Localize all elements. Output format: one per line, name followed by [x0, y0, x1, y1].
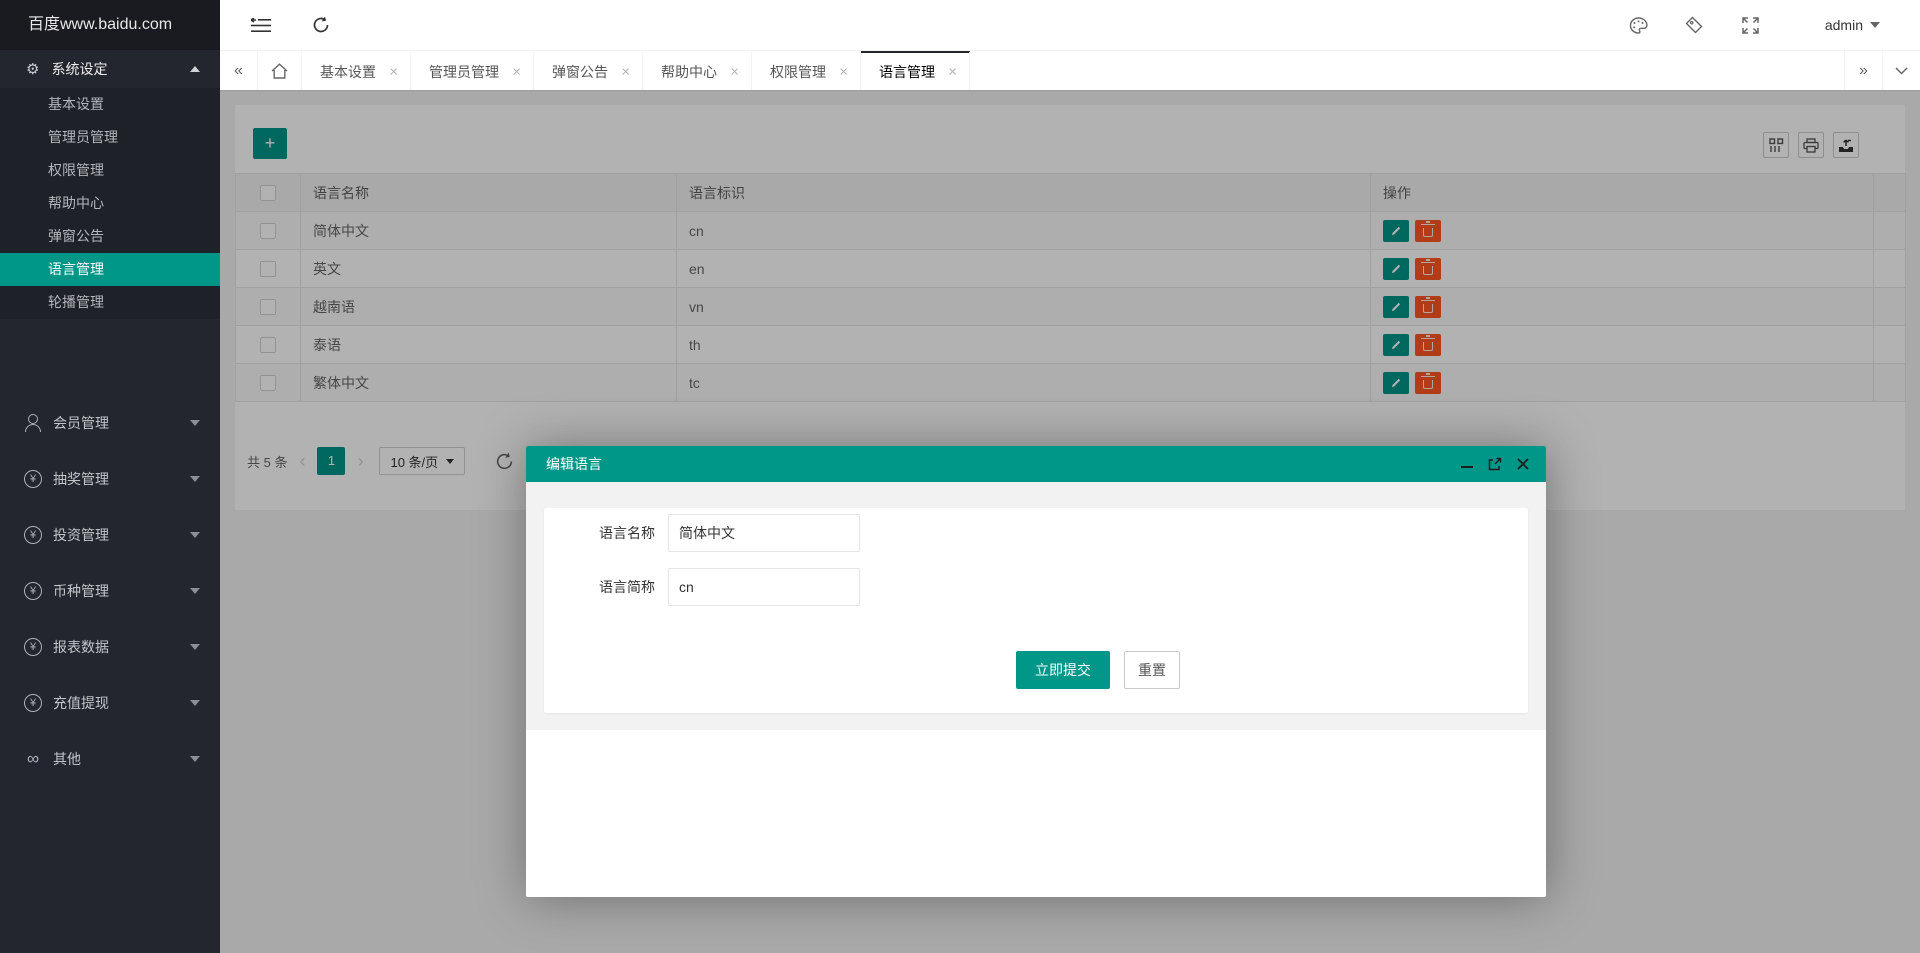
group-icon: ∞: [26, 749, 40, 768]
tab[interactable]: 基本设置 ×: [302, 51, 411, 90]
language-code-input[interactable]: [668, 568, 860, 606]
chevron-down-icon: [190, 588, 200, 594]
tab-label: 权限管理: [770, 63, 826, 80]
sidebar-group-label: 其他: [53, 751, 81, 767]
tabs-menu-icon[interactable]: [1882, 51, 1920, 90]
sidebar-groups: 会员管理 ¥ 抽奖管理 ¥ 投资管理 ¥ 币种管理 ¥ 报表数据 ¥ 充值提现 …: [0, 319, 220, 787]
sidebar-group-system[interactable]: ⚙ 系统设定: [0, 50, 220, 88]
submit-button[interactable]: 立即提交: [1016, 651, 1110, 689]
sidebar-group-label: 充值提现: [53, 695, 109, 711]
chevron-down-icon: [190, 700, 200, 706]
sidebar-subitem[interactable]: 管理员管理: [0, 121, 220, 154]
sidebar: ⚙ 系统设定 基本设置 管理员管理 权限管理 帮助中心 弹窗公告 语言管理 轮播…: [0, 50, 220, 953]
dialog-title: 编辑语言: [546, 456, 602, 472]
tab-close-icon[interactable]: ×: [621, 63, 630, 80]
group-icon: ¥: [24, 526, 42, 544]
sidebar-subitem[interactable]: 弹窗公告: [0, 220, 220, 253]
collapse-sidebar-icon[interactable]: [238, 0, 284, 50]
gear-icon: ⚙: [26, 61, 40, 78]
tab-close-icon[interactable]: ×: [730, 63, 739, 80]
edit-language-dialog: 编辑语言 语言名称 语言: [526, 446, 1546, 897]
tabs-scroll-left[interactable]: «: [220, 51, 258, 90]
app-logo: 百度www.baidu.com: [0, 0, 220, 50]
chevron-down-icon: [190, 756, 200, 762]
sidebar-submenu: 基本设置 管理员管理 权限管理 帮助中心 弹窗公告 语言管理 轮播管理: [0, 88, 220, 319]
tab-label: 管理员管理: [429, 63, 499, 80]
group-icon: [24, 414, 42, 432]
sidebar-group-label: 抽奖管理: [53, 471, 109, 487]
chevron-down-icon: [190, 476, 200, 482]
refresh-icon[interactable]: [298, 0, 344, 50]
theme-palette-icon[interactable]: [1616, 0, 1660, 50]
tab[interactable]: 权限管理 ×: [752, 51, 861, 90]
sidebar-subitem[interactable]: 权限管理: [0, 154, 220, 187]
sidebar-group-label: 系统设定: [51, 61, 108, 77]
tab-label: 弹窗公告: [552, 63, 608, 80]
tab-home[interactable]: [258, 51, 302, 90]
sidebar-group[interactable]: ¥ 抽奖管理: [0, 451, 220, 507]
sidebar-subitem-label: 权限管理: [48, 162, 104, 178]
sidebar-subitem[interactable]: 基本设置: [0, 88, 220, 121]
tag-icon[interactable]: [1672, 0, 1716, 50]
chevron-down-icon: [190, 532, 200, 538]
tab-close-icon[interactable]: ×: [948, 63, 957, 80]
chevron-down-icon: [190, 644, 200, 650]
sidebar-subitem-label: 弹窗公告: [48, 228, 104, 244]
tab-close-icon[interactable]: ×: [512, 63, 521, 80]
sidebar-subitem-label: 语言管理: [48, 261, 104, 277]
tabs-scroll-right[interactable]: »: [1844, 51, 1882, 90]
sidebar-group-label: 报表数据: [53, 639, 109, 655]
username: admin: [1824, 17, 1863, 33]
tab[interactable]: 帮助中心 ×: [643, 51, 752, 90]
sidebar-subitem[interactable]: 轮播管理: [0, 286, 220, 319]
sidebar-group[interactable]: ¥ 报表数据: [0, 619, 220, 675]
sidebar-group-label: 会员管理: [53, 415, 109, 431]
maximize-icon[interactable]: [1488, 457, 1502, 471]
sidebar-subitem-label: 帮助中心: [48, 195, 104, 211]
language-name-input[interactable]: [668, 514, 860, 552]
minimize-icon[interactable]: [1460, 457, 1474, 471]
group-icon: ¥: [24, 470, 42, 488]
chevron-down-icon: [1870, 22, 1880, 28]
chevron-up-icon: [190, 66, 200, 72]
sidebar-subitem[interactable]: 语言管理: [0, 253, 220, 286]
sidebar-group[interactable]: ¥ 投资管理: [0, 507, 220, 563]
sidebar-group[interactable]: ¥ 币种管理: [0, 563, 220, 619]
tab-close-icon[interactable]: ×: [389, 63, 398, 80]
reset-button[interactable]: 重置: [1124, 651, 1180, 689]
sidebar-group[interactable]: 会员管理: [0, 395, 220, 451]
page-tabs: « 基本设置 × 管理员管理 × 弹窗公告 × 帮助中心 × 权限管理 × 语言…: [220, 50, 1920, 90]
tab[interactable]: 弹窗公告 ×: [534, 51, 643, 90]
sidebar-subitem[interactable]: 帮助中心: [0, 187, 220, 220]
tab-close-icon[interactable]: ×: [839, 63, 848, 80]
close-icon[interactable]: [1516, 457, 1530, 471]
sidebar-subitem-label: 轮播管理: [48, 294, 104, 310]
user-menu[interactable]: admin: [1825, 0, 1880, 50]
sidebar-group[interactable]: ∞ 其他: [0, 731, 220, 787]
language-code-label: 语言简称: [599, 579, 655, 595]
group-icon: ¥: [24, 582, 42, 600]
sidebar-subitem-label: 管理员管理: [48, 129, 118, 145]
dialog-body: 语言名称 语言简称 立即提交 重置: [526, 482, 1546, 730]
language-name-label: 语言名称: [599, 525, 655, 541]
sidebar-group-label: 币种管理: [53, 583, 109, 599]
group-icon: ¥: [24, 638, 42, 656]
tab-label: 语言管理: [879, 63, 935, 80]
sidebar-group-label: 投资管理: [53, 527, 109, 543]
tab[interactable]: 管理员管理 ×: [411, 51, 534, 90]
fullscreen-icon[interactable]: [1728, 0, 1772, 50]
sidebar-subitem-label: 基本设置: [48, 96, 104, 112]
sidebar-group[interactable]: ¥ 充值提现: [0, 675, 220, 731]
tab[interactable]: 语言管理 ×: [861, 51, 970, 90]
group-icon: ¥: [24, 694, 42, 712]
tab-label: 基本设置: [320, 63, 376, 80]
top-header: admin: [220, 0, 1920, 50]
chevron-down-icon: [190, 420, 200, 426]
tab-label: 帮助中心: [661, 63, 717, 80]
tab-list: 基本设置 × 管理员管理 × 弹窗公告 × 帮助中心 × 权限管理 × 语言管理…: [302, 51, 970, 90]
dialog-titlebar[interactable]: 编辑语言: [526, 446, 1546, 482]
edit-language-form: 语言名称 语言简称 立即提交 重置: [544, 508, 1528, 713]
